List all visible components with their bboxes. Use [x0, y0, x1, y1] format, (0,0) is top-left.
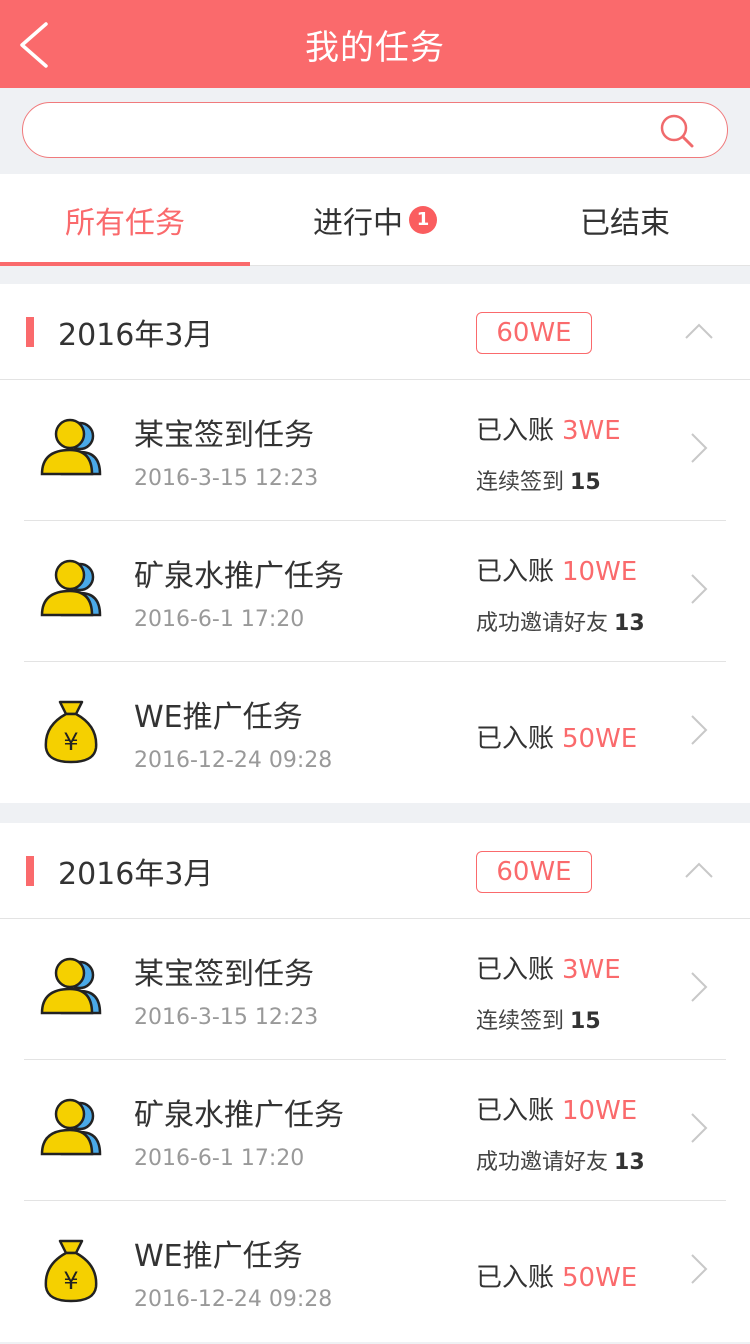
credit-info: 已入账 3WE	[476, 410, 621, 447]
credit-info: 已入账 50WE	[476, 718, 637, 755]
tab-in-progress[interactable]: 进行中 1	[250, 174, 500, 265]
money-bag-icon: ¥	[44, 1239, 98, 1303]
task-row[interactable]: 矿泉水推广任务 2016-6-1 17:20 已入账 10WE 成功邀请好友 13	[24, 521, 726, 662]
chevron-right-icon	[691, 1254, 708, 1284]
svg-text:¥: ¥	[63, 1267, 78, 1295]
month-group-header[interactable]: 2016年3月 60WE	[0, 284, 750, 380]
tab-label: 已结束	[580, 205, 670, 241]
task-row[interactable]: ¥ WE推广任务 2016-12-24 09:28 已入账 50WE	[24, 662, 726, 803]
credit-label: 已入账	[476, 557, 555, 587]
stat-value: 13	[614, 611, 645, 636]
search-box	[22, 102, 728, 158]
credit-info: 已入账 10WE	[476, 1090, 637, 1127]
chevron-right-icon	[691, 972, 708, 1002]
stat-value: 15	[570, 470, 601, 495]
task-name: WE推广任务	[134, 700, 303, 735]
money-bag-icon: ¥	[44, 700, 98, 764]
tab-label: 所有任务	[65, 205, 185, 241]
task-name: 某宝签到任务	[134, 957, 314, 992]
task-row[interactable]: ¥ WE推广任务 2016-12-24 09:28 已入账 50WE	[24, 1201, 726, 1342]
task-row[interactable]: 某宝签到任务 2016-3-15 12:23 已入账 3WE 连续签到 15	[24, 919, 726, 1060]
count-badge: 1	[409, 205, 437, 234]
tab-label: 进行中	[313, 205, 403, 241]
stat-label: 成功邀请好友	[476, 1150, 609, 1175]
credit-label: 已入账	[476, 1096, 555, 1126]
tab-bar: 所有任务 进行中 1 已结束	[0, 174, 750, 266]
stat-label: 成功邀请好友	[476, 611, 609, 636]
credit-amount: 10WE	[562, 557, 638, 587]
task-time: 2016-12-24 09:28	[134, 1287, 333, 1312]
credit-amount: 10WE	[562, 1096, 638, 1126]
credit-amount: 50WE	[562, 1263, 638, 1293]
stat-label: 连续签到	[476, 1009, 565, 1034]
task-time: 2016-3-15 12:23	[134, 1005, 319, 1030]
search-icon[interactable]	[659, 113, 695, 149]
users-icon	[40, 957, 102, 1015]
task-stat: 连续签到 15	[476, 1003, 601, 1035]
credit-label: 已入账	[476, 1263, 555, 1293]
tab-ended[interactable]: 已结束	[500, 174, 750, 265]
accent-bar	[26, 855, 34, 886]
page-title: 我的任务	[305, 27, 445, 68]
chevron-right-icon	[691, 715, 708, 745]
chevron-up-icon[interactable]	[684, 861, 714, 879]
task-stat: 成功邀请好友 13	[476, 605, 645, 637]
stat-label: 连续签到	[476, 470, 565, 495]
accent-bar	[26, 316, 34, 347]
credit-info: 已入账 50WE	[476, 1257, 637, 1294]
task-name: 矿泉水推广任务	[134, 1098, 344, 1133]
task-time: 2016-12-24 09:28	[134, 748, 333, 773]
month-label: 2016年3月	[58, 856, 214, 892]
svg-text:¥: ¥	[63, 728, 78, 756]
nav-bar: 我的任务	[0, 0, 750, 88]
chevron-right-icon	[691, 433, 708, 463]
task-stat: 成功邀请好友 13	[476, 1144, 645, 1176]
task-name: 某宝签到任务	[134, 418, 314, 453]
month-label: 2016年3月	[58, 317, 214, 353]
task-row[interactable]: 矿泉水推广任务 2016-6-1 17:20 已入账 10WE 成功邀请好友 13	[24, 1060, 726, 1201]
task-time: 2016-3-15 12:23	[134, 466, 319, 491]
month-group: 2016年3月 60WE 某宝签到任务 2016-3-15 12:23 已入账 3…	[0, 284, 750, 803]
chevron-right-icon	[691, 574, 708, 604]
chevron-right-icon	[691, 1113, 708, 1143]
back-arrow-icon[interactable]	[14, 20, 58, 70]
users-icon	[40, 559, 102, 617]
stat-value: 13	[614, 1150, 645, 1175]
task-stat: 连续签到 15	[476, 464, 601, 496]
month-total-badge: 60WE	[476, 851, 592, 893]
chevron-up-icon[interactable]	[684, 322, 714, 340]
search-area	[0, 88, 750, 174]
search-input[interactable]	[47, 103, 647, 155]
tab-all-tasks[interactable]: 所有任务	[0, 174, 250, 266]
users-icon	[40, 1098, 102, 1156]
credit-info: 已入账 10WE	[476, 551, 637, 588]
credit-amount: 50WE	[562, 724, 638, 754]
credit-label: 已入账	[476, 955, 555, 985]
credit-amount: 3WE	[562, 416, 621, 446]
task-time: 2016-6-1 17:20	[134, 1146, 305, 1171]
month-group: 2016年3月 60WE 某宝签到任务 2016-3-15 12:23 已入账 3…	[0, 823, 750, 1342]
task-name: 矿泉水推广任务	[134, 559, 344, 594]
credit-label: 已入账	[476, 724, 555, 754]
task-time: 2016-6-1 17:20	[134, 607, 305, 632]
credit-label: 已入账	[476, 416, 555, 446]
task-name: WE推广任务	[134, 1239, 303, 1274]
users-icon	[40, 418, 102, 476]
month-total-badge: 60WE	[476, 312, 592, 354]
credit-amount: 3WE	[562, 955, 621, 985]
task-row[interactable]: 某宝签到任务 2016-3-15 12:23 已入账 3WE 连续签到 15	[24, 380, 726, 521]
month-group-header[interactable]: 2016年3月 60WE	[0, 823, 750, 919]
stat-value: 15	[570, 1009, 601, 1034]
credit-info: 已入账 3WE	[476, 949, 621, 986]
